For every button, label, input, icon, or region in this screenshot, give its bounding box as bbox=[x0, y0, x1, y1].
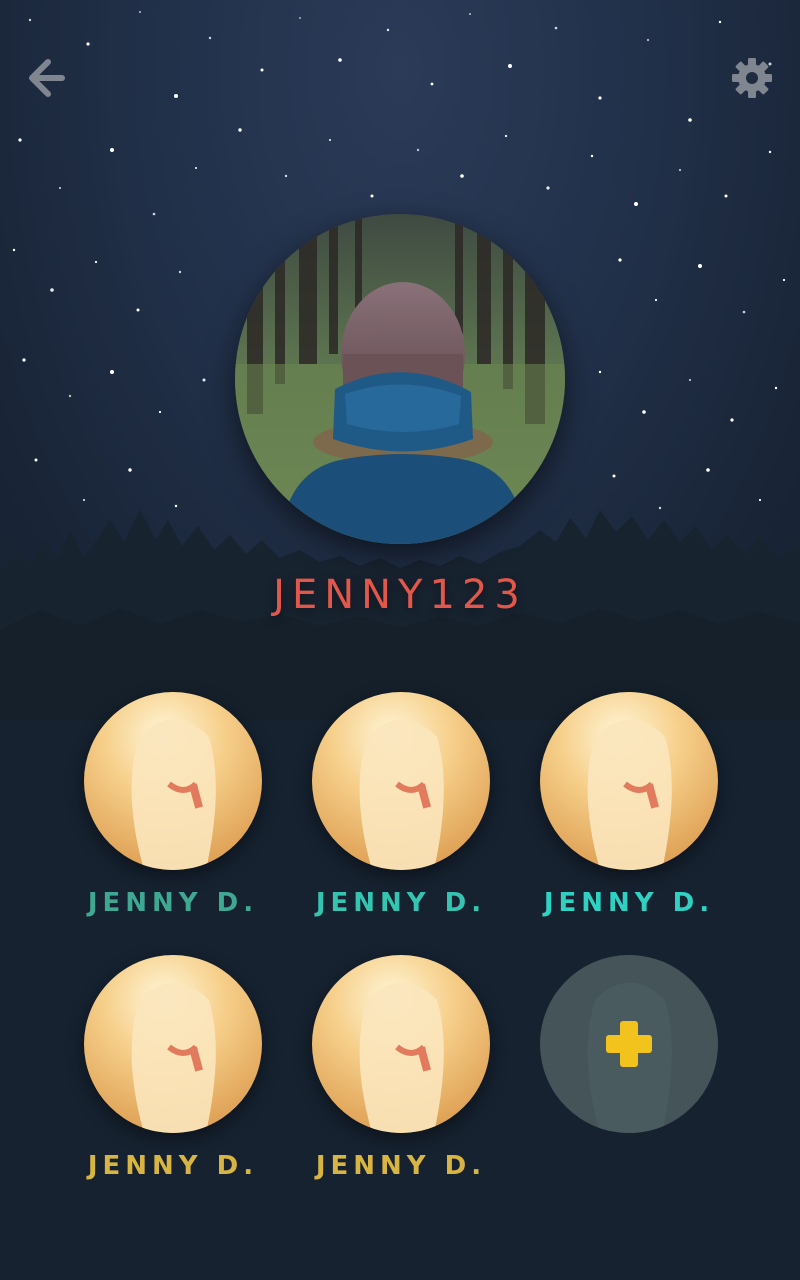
add-friend-tile-image bbox=[540, 955, 718, 1133]
profile-photo-image bbox=[235, 214, 565, 544]
friend-name: JENNY D. bbox=[543, 888, 715, 918]
friend-avatar bbox=[312, 692, 490, 870]
friend-photo-image bbox=[312, 692, 490, 870]
profile-username: JENNY123 bbox=[273, 572, 527, 618]
friend-name: JENNY D. bbox=[87, 1151, 259, 1181]
arrow-left-icon bbox=[29, 59, 65, 97]
friend-tile[interactable]: JENNY D. bbox=[306, 955, 496, 1181]
friend-tile[interactable]: JENNY D. bbox=[306, 692, 496, 918]
profile-photo[interactable] bbox=[235, 214, 565, 544]
friend-name: JENNY D. bbox=[315, 888, 487, 918]
friend-photo-image bbox=[312, 955, 490, 1133]
settings-button[interactable] bbox=[724, 50, 780, 106]
gear-icon bbox=[732, 58, 772, 98]
friend-avatar bbox=[84, 955, 262, 1133]
friend-photo-image bbox=[540, 692, 718, 870]
friend-avatar bbox=[312, 955, 490, 1133]
friend-avatar bbox=[540, 692, 718, 870]
friend-tile[interactable]: JENNY D. bbox=[78, 955, 268, 1181]
friend-name: JENNY D. bbox=[315, 1151, 487, 1181]
profile-screen: JENNY123 JENNY D. JENNY D. JENNY D. JENN… bbox=[0, 0, 800, 1280]
friend-photo-image bbox=[84, 692, 262, 870]
friend-tile[interactable]: JENNY D. bbox=[534, 692, 724, 918]
friend-photo-image bbox=[84, 955, 262, 1133]
back-button[interactable] bbox=[18, 50, 74, 106]
friend-avatar bbox=[84, 692, 262, 870]
friend-tile[interactable]: JENNY D. bbox=[78, 692, 268, 918]
friend-name: JENNY D. bbox=[87, 888, 259, 918]
add-friend-button[interactable] bbox=[540, 955, 718, 1133]
